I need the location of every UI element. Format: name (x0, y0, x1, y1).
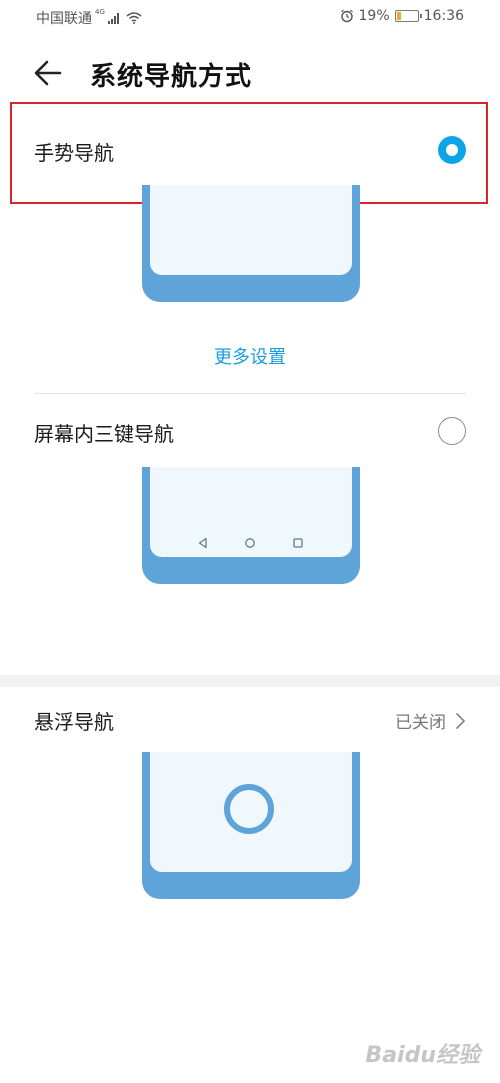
option-three-key-navigation[interactable]: 屏幕内三键导航 (0, 406, 500, 456)
option-gesture-navigation[interactable]: 手势导航 (0, 125, 500, 175)
status-bar: 中国联通 4G 19% 16:36 (0, 0, 500, 36)
floating-button-icon (224, 784, 274, 834)
network-type-label: 4G (95, 8, 105, 16)
status-right: 19% 16:36 (340, 8, 464, 24)
chevron-right-icon (456, 712, 465, 729)
clock: 16:36 (423, 8, 464, 24)
battery-icon (394, 10, 422, 22)
more-settings-link[interactable]: 更多设置 (0, 343, 500, 369)
alarm-icon (340, 9, 353, 23)
signal-icon (107, 12, 119, 24)
watermark-logo: Baidu经验 (365, 1043, 480, 1068)
header: 系统导航方式 (0, 48, 500, 98)
floating-phone-illustration (142, 752, 360, 900)
divider (34, 393, 466, 394)
gesture-phone-illustration (142, 185, 360, 303)
option-gesture-label: 手势导航 (34, 141, 114, 165)
radio-gesture[interactable] (438, 136, 466, 164)
wifi-icon (126, 12, 142, 24)
battery-fill (396, 12, 401, 20)
page-title: 系统导航方式 (90, 62, 253, 92)
radio-three-key[interactable] (438, 417, 466, 445)
home-circle-icon (245, 538, 255, 548)
option-three-key-label: 屏幕内三键导航 (34, 422, 174, 446)
floating-status-value: 已关闭 (395, 713, 446, 733)
battery-percent: 19% (358, 8, 390, 24)
back-triangle-icon (198, 537, 207, 549)
section-gap (0, 675, 500, 687)
recent-square-icon (293, 538, 303, 548)
carrier-label: 中国联通 (36, 11, 92, 27)
floating-status[interactable]: 已关闭 (395, 708, 466, 733)
status-left: 中国联通 4G (36, 8, 142, 28)
three-key-phone-illustration (142, 467, 360, 585)
phone-screen (150, 185, 352, 275)
option-floating-label: 悬浮导航 (34, 710, 114, 734)
arrow-left-icon[interactable] (32, 58, 64, 88)
